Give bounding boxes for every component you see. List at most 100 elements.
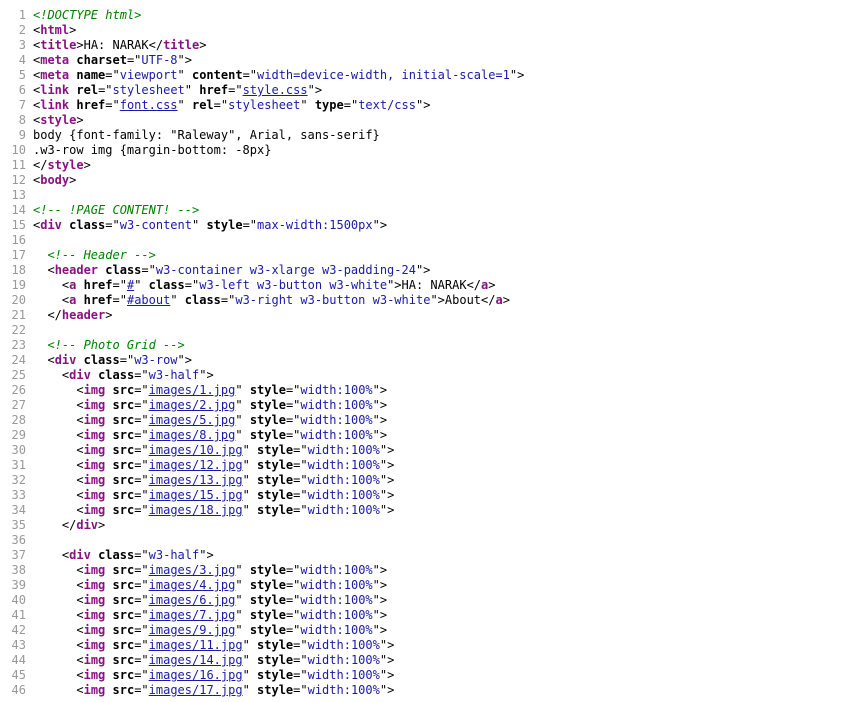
code-punctuation: =" [134,668,149,682]
source-line: 33 <img src="images/15.jpg" style="width… [0,488,853,503]
source-link[interactable]: images/15.jpg [149,488,243,502]
code-punctuation: < [76,608,84,622]
source-link[interactable]: images/9.jpg [149,623,236,637]
attribute-name: style [249,578,286,592]
source-line: 22 [0,323,853,338]
attribute-name: src [112,563,135,577]
code-punctuation: "> [379,683,395,697]
attribute-name: class [184,293,221,307]
line-code: <img src="images/15.jpg" style="width:10… [33,488,394,503]
source-link[interactable]: images/17.jpg [149,683,243,697]
attribute-name: style [249,623,286,637]
code-punctuation: "> [379,668,395,682]
tag-name: img [83,608,106,622]
attribute-name: src [112,398,135,412]
code-punctuation: "> [509,68,525,82]
code-punctuation: =" [293,458,308,472]
line-number: 19 [11,278,26,292]
code-punctuation: "> [372,398,388,412]
tag-name: style [40,113,77,127]
source-link[interactable]: images/16.jpg [149,668,243,682]
code-text: .w3-row img {margin-bottom: -8px} [33,143,272,157]
code-punctuation: =" [134,548,149,562]
tag-name: img [83,428,106,442]
line-number: 46 [11,683,26,697]
source-link[interactable]: style.css [243,83,308,97]
code-punctuation: " [177,68,192,82]
source-line: 3 <title>HA: NARAK</title> [0,38,853,53]
attribute-value: w3-half [148,368,200,382]
source-link[interactable]: images/1.jpg [149,383,236,397]
source-line: 45 <img src="images/16.jpg" style="width… [0,668,853,683]
code-punctuation: < [76,428,84,442]
code-punctuation: =" [105,218,120,232]
source-link[interactable]: #about [127,293,170,307]
line-number: 18 [11,263,26,277]
source-line: 6 <link rel="stylesheet" href="style.css"… [0,83,853,98]
code-comment: <!DOCTYPE html> [33,8,142,22]
line-number: 16 [11,233,26,247]
source-link[interactable]: images/6.jpg [149,593,236,607]
attribute-name: href [83,278,113,292]
code-punctuation: =" [285,578,301,592]
line-number: 28 [11,413,26,427]
attribute-name: style [249,608,286,622]
code-punctuation: < [76,398,84,412]
source-link[interactable]: images/13.jpg [149,473,243,487]
attribute-name: href [83,293,113,307]
source-link[interactable]: images/10.jpg [149,443,243,457]
line-code: <link href="font.css" rel="stylesheet" t… [33,98,430,113]
code-punctuation: > [98,518,106,532]
source-link[interactable]: images/4.jpg [149,578,236,592]
source-link[interactable]: images/18.jpg [149,503,243,517]
line-code: <div class="w3-half"> [33,548,214,563]
code-punctuation: =" [343,98,359,112]
attribute-value: width=device-width, initial-scale=1 [257,68,510,82]
source-line: 7 <link href="font.css" rel="stylesheet" … [0,98,853,113]
source-line: 43 <img src="images/11.jpg" style="width… [0,638,853,653]
line-code: <img src="images/4.jpg" style="width:100… [33,578,387,593]
source-link[interactable]: font.css [120,98,178,112]
code-punctuation: "> [415,98,431,112]
source-link[interactable]: images/3.jpg [149,563,236,577]
line-code: </header> [33,308,112,323]
source-link[interactable]: images/14.jpg [149,653,243,667]
source-line: 13 [0,188,853,203]
line-number: 14 [11,203,26,217]
code-punctuation: < [76,563,84,577]
code-punctuation: =" [112,293,127,307]
source-link[interactable]: images/8.jpg [149,428,236,442]
code-punctuation: =" [293,683,308,697]
code-punctuation: </ [466,278,482,292]
code-punctuation: "> [379,488,395,502]
attribute-value: width:100% [300,383,373,397]
line-number: 22 [11,323,26,337]
source-link[interactable]: images/11.jpg [149,638,243,652]
line-number: 4 [18,53,26,67]
source-link[interactable]: images/12.jpg [149,458,243,472]
source-link[interactable]: images/5.jpg [149,413,236,427]
code-punctuation: </ [33,158,48,172]
source-line: 28 <img src="images/5.jpg" style="width:… [0,413,853,428]
code-punctuation: "> [379,653,395,667]
tag-name: div [40,218,62,232]
code-punctuation: "> [372,383,388,397]
line-number: 25 [11,368,26,382]
source-line: 30 <img src="images/10.jpg" style="width… [0,443,853,458]
code-text: HA: NARAK [401,278,467,292]
source-line: 23 <!-- Photo Grid --> [0,338,853,353]
tag-name: img [83,383,106,397]
attribute-value: width:100% [307,473,380,487]
source-line: 29 <img src="images/8.jpg" style="width:… [0,428,853,443]
code-punctuation: =" [213,98,229,112]
attribute-name: style [249,398,286,412]
source-link[interactable]: images/2.jpg [149,398,236,412]
attribute-name: style [206,218,243,232]
source-link[interactable]: images/7.jpg [149,608,236,622]
